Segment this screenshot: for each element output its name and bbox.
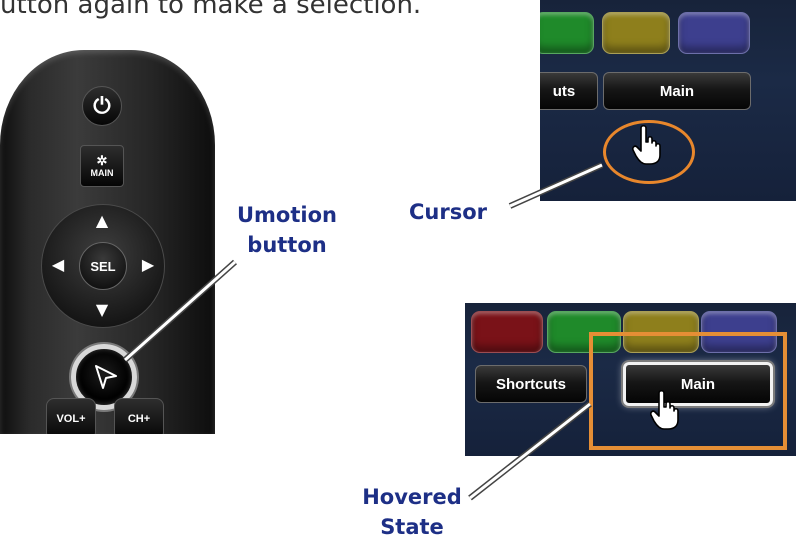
cursor-callout: Cursor — [398, 197, 498, 227]
umotion-callout: Umotion button — [222, 200, 352, 260]
umotion-callout-line2: button — [247, 233, 327, 257]
hovered-leader-line — [468, 401, 592, 501]
callout-leader-lines — [123, 162, 604, 501]
hovered-state-callout: Hovered State — [347, 482, 477, 542]
hovered-callout-line2: State — [380, 515, 444, 539]
umotion-callout-line1: Umotion — [237, 203, 337, 227]
cursor-leader-line — [508, 162, 604, 209]
umotion-leader-line — [123, 259, 237, 363]
hovered-callout-line1: Hovered — [362, 485, 462, 509]
cursor-callout-label: Cursor — [408, 200, 487, 224]
